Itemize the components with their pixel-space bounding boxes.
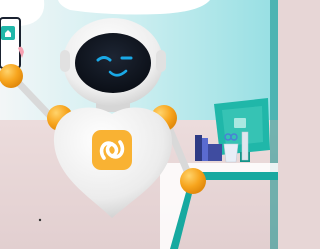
right-edge-strip [270,0,278,249]
robot-visor [75,33,151,93]
robot-office-illustration [0,0,278,249]
robot-ear-right [156,50,166,72]
book-1 [195,135,202,161]
robot-ear-left [60,50,70,72]
pen-cup [223,143,239,163]
tablet [0,17,21,69]
illustration-scene [0,0,278,249]
floor-dot [38,218,42,222]
desk-edge [195,172,278,180]
monitor-icon [234,118,246,128]
robot-right-hand-joint [180,168,206,194]
logo-badge [92,130,132,170]
desk-lamp [241,131,249,161]
book-3 [208,144,222,161]
robot-left-hand-joint [0,64,23,88]
book-2 [202,138,208,161]
